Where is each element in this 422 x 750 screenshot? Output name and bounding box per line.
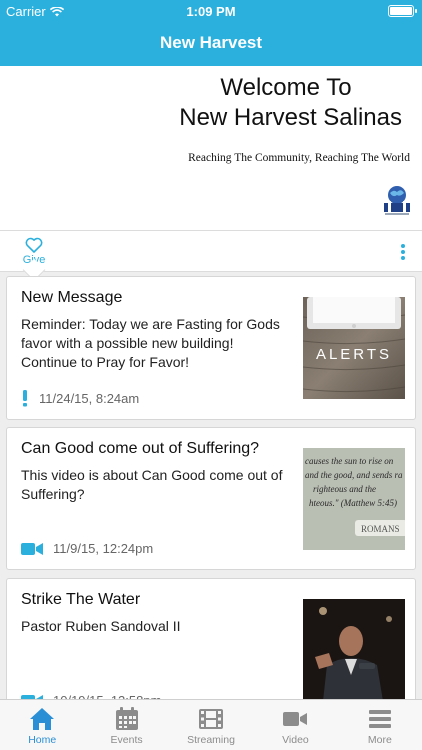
thumb-verse-line-2: and the good, and sends ra: [305, 470, 403, 480]
tab-home[interactable]: Home: [0, 700, 84, 750]
welcome-banner: Welcome To New Harvest Salinas Reaching …: [0, 66, 422, 230]
feed-card[interactable]: Strike The Water Pastor Ruben Sandoval I…: [6, 578, 416, 718]
tab-streaming[interactable]: Streaming: [169, 700, 253, 750]
card-thumbnail: ALERTS: [303, 297, 405, 399]
tab-label: More: [367, 734, 392, 746]
dot-1: [401, 244, 405, 248]
tab-more[interactable]: More: [338, 700, 422, 750]
status-bar: Carrier 1:09 PM: [0, 0, 422, 22]
menu-icon: [368, 710, 391, 728]
alert-icon: [23, 390, 27, 407]
tab-label: Streaming: [187, 734, 235, 746]
card-timestamp: 11/24/15, 8:24am: [39, 390, 140, 406]
tab-video[interactable]: Video: [253, 700, 337, 750]
tab-events[interactable]: Events: [84, 700, 168, 750]
church-logo-icon: [384, 186, 410, 215]
banner-tagline: Reaching The Community, Reaching The Wor…: [188, 152, 410, 164]
status-time: 1:09 PM: [186, 4, 236, 19]
video-camera-icon: [283, 712, 308, 726]
thumb-verse-line-1: causes the sun to rise on: [305, 456, 394, 466]
page-title: New Harvest: [159, 33, 263, 52]
card-title: Can Good come out of Suffering?: [21, 440, 260, 457]
home-icon: [30, 708, 55, 730]
feed-card[interactable]: Can Good come out of Suffering? This vid…: [6, 427, 416, 570]
calendar-icon: [115, 707, 138, 730]
tab-label: Home: [28, 734, 57, 746]
banner-church-name: New Harvest Salinas: [179, 104, 402, 131]
card-thumbnail: [303, 599, 405, 701]
thumb-romans-label: ROMANS: [361, 524, 400, 534]
card-body: This video is about Can Good come out of…: [21, 467, 283, 502]
tab-bar: Home Events Streaming Video More: [0, 699, 422, 750]
card-meta: 11/24/15, 8:24am: [21, 389, 139, 407]
tab-label: Video: [282, 734, 309, 746]
video-icon: [21, 542, 43, 555]
banner-welcome-line: Welcome To: [220, 74, 352, 101]
tab-label: Events: [110, 734, 143, 746]
battery-icon: [388, 5, 417, 17]
card-body: Reminder: Today we are Fasting for Gods …: [21, 316, 280, 370]
card-timestamp: 11/9/15, 12:24pm: [53, 541, 154, 556]
card-title: New Message: [21, 289, 123, 306]
card-meta: 11/9/15, 12:24pm: [21, 541, 153, 556]
thumb-verse-line-3: righteous and the: [313, 484, 376, 494]
card-title: Strike The Water: [21, 591, 141, 608]
action-toolbar: Give: [0, 230, 422, 272]
top-bar: Carrier 1:09 PM New Harvest: [0, 0, 422, 66]
card-thumbnail: causes the sun to rise on and the good, …: [303, 448, 405, 550]
feed-card[interactable]: New Message Reminder: Today we are Fasti…: [6, 276, 416, 420]
thumb-verse-line-4: hteous." (Matthew 5:45): [309, 498, 397, 508]
film-icon: [199, 709, 224, 729]
heart-icon: [25, 237, 43, 253]
more-options-button[interactable]: [394, 241, 412, 263]
dot-3: [401, 256, 405, 260]
thumb-alerts-text: ALERTS: [316, 346, 392, 363]
dot-2: [401, 250, 405, 254]
card-body: Pastor Ruben Sandoval II: [21, 618, 181, 634]
